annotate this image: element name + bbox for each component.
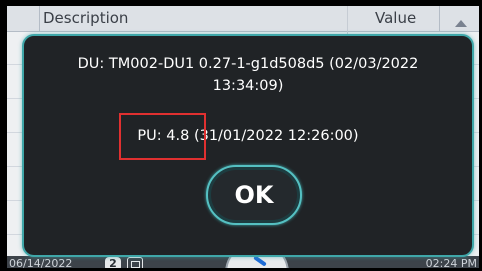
pu-version-line: PU: 4.8 (31/01/2022 12:26:00) [137, 128, 359, 144]
calendar-icon[interactable] [127, 257, 143, 268]
notification-badge[interactable]: 2 [105, 257, 121, 268]
du-version-timestamp: 13:34:09) [212, 78, 284, 94]
highlight-annotation [119, 113, 206, 160]
status-time: 02:24 PM [425, 257, 477, 270]
version-dialog: DU: TM002-DU1 0.27-1-g1d508d5 (02/03/202… [22, 34, 474, 257]
screen: Description Value 06/14/2022 2 02:24 PM … [0, 0, 482, 271]
column-header-description[interactable]: Description [43, 9, 128, 27]
sort-up-icon[interactable] [455, 20, 467, 27]
column-separator [39, 6, 40, 32]
status-date: 06/14/2022 [9, 257, 73, 270]
column-separator [439, 6, 440, 32]
ok-button[interactable]: OK [206, 165, 302, 225]
table-header: Description Value [7, 6, 479, 256]
du-version-line: DU: TM002-DU1 0.27-1-g1d508d5 (02/03/202… [77, 56, 419, 72]
column-header-value[interactable]: Value [375, 9, 416, 27]
